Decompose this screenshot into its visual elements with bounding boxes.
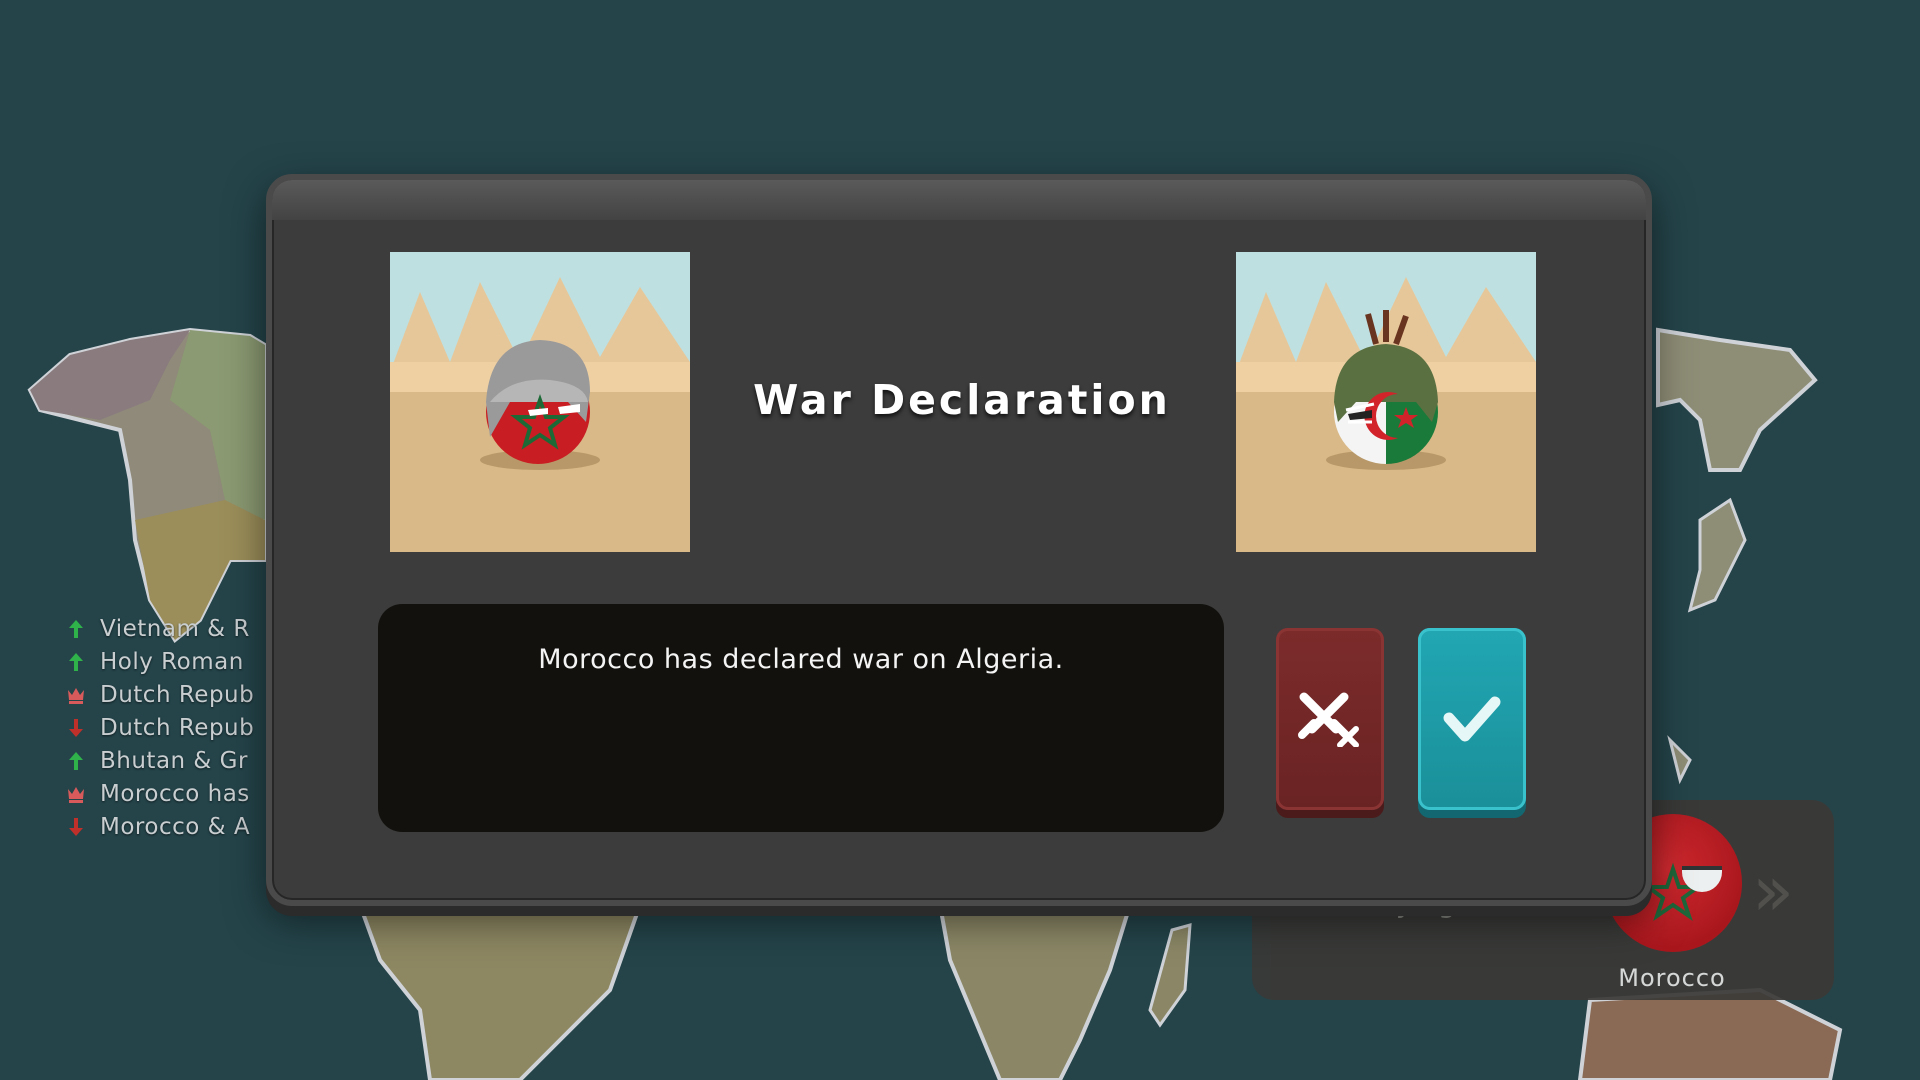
morocco-ball-icon [390,252,690,552]
arrow-up-icon [66,751,86,771]
event-log-item[interactable]: Dutch Repub [66,711,266,744]
defender-portrait [1236,252,1536,552]
dialog-title: War Declaration [753,376,1171,424]
war-declaration-dialog: War Declaration Morocco has declared war… [266,174,1652,906]
double-chevron-right-icon[interactable]: ›› [1752,850,1794,932]
arrow-down-icon [66,718,86,738]
event-log-item[interactable]: Morocco has [66,777,266,810]
event-log-text: Dutch Repub [100,681,255,708]
algeria-ball-icon [1236,252,1536,552]
event-log: Vietnam & R Holy Roman Dutch Repub Dutch Re… [66,612,266,843]
event-log-item[interactable]: Holy Roman [66,645,266,678]
asia-landmass [1656,327,1818,472]
crown-icon [66,784,86,804]
japan-islands [1687,497,1747,613]
arrow-up-icon [66,619,86,639]
australia-landmass [1577,987,1843,1080]
event-log-item[interactable]: Vietnam & R [66,612,266,645]
event-log-text: Bhutan & Gr [100,747,248,774]
accept-button[interactable] [1418,628,1526,810]
crown-icon [66,685,86,705]
checkmark-icon [1443,696,1501,742]
message-box: Morocco has declared war on Algeria. [378,604,1224,832]
philippines [1667,735,1692,785]
event-log-item[interactable]: Bhutan & Gr [66,744,266,777]
arrow-down-icon [66,817,86,837]
madagascar [1148,922,1192,1028]
africa-landmass [937,903,1133,1080]
player-country-name: Morocco [1618,964,1726,992]
dialog-frame-top [272,180,1646,220]
arrow-up-icon [66,652,86,672]
decline-button[interactable] [1276,628,1384,810]
event-log-item[interactable]: Morocco & A [66,810,266,843]
event-log-item[interactable]: Dutch Repub [66,678,266,711]
south-america-landmass [357,903,643,1080]
event-log-text: Vietnam & R [100,615,250,642]
crossed-swords-x-icon [1298,692,1359,747]
message-text: Morocco has declared war on Algeria. [538,644,1064,675]
event-log-text: Morocco has [100,780,250,807]
event-log-text: Holy Roman [100,648,244,675]
event-log-text: Morocco & A [100,813,251,840]
attacker-portrait [390,252,690,552]
event-log-text: Dutch Repub [100,714,255,741]
